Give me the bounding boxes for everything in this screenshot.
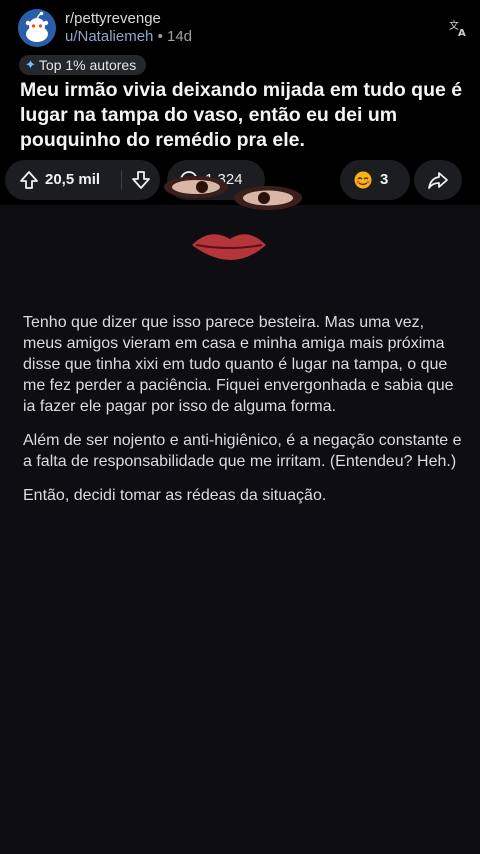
- award-emoji-icon: [353, 170, 373, 194]
- upvote-arrow-icon: [20, 171, 38, 189]
- upvote-button[interactable]: [19, 170, 39, 194]
- vote-control: 20,5 mil: [5, 160, 160, 200]
- post-body-area: Tenho que dizer que isso parece besteira…: [0, 205, 480, 854]
- flair-label: Top 1% autores: [38, 57, 137, 73]
- body-paragraph: Então, decidi tomar as rédeas da situaçã…: [23, 487, 327, 504]
- sparkle-icon: ✦: [25, 57, 36, 72]
- post-meta: r/pettyrevenge u/Nataliemeh • 14d: [65, 10, 192, 46]
- reddit-snoo-icon: [18, 9, 56, 47]
- body-paragraph: Além de ser nojento e anti-higiênico, é …: [23, 432, 462, 470]
- subreddit-avatar[interactable]: [18, 9, 56, 47]
- vote-divider: [121, 170, 122, 190]
- share-arrow-icon: [427, 170, 449, 194]
- post-title[interactable]: Meu irmão vivia deixando mijada em tudo …: [20, 78, 468, 153]
- subreddit-name[interactable]: r/pettyrevenge: [65, 10, 192, 28]
- translate-button[interactable]: 文 A: [446, 16, 470, 40]
- author-line: u/Nataliemeh • 14d: [65, 28, 192, 46]
- downvote-button[interactable]: [131, 170, 151, 194]
- award-count: 3: [380, 171, 389, 188]
- post-body: Tenho que dizer que isso parece besteira…: [23, 312, 463, 519]
- translate-icon: 文 A: [449, 19, 466, 38]
- share-button[interactable]: [414, 160, 462, 200]
- body-paragraph: Tenho que dizer que isso parece besteira…: [23, 314, 454, 415]
- face-sticker-overlay: [164, 176, 302, 260]
- downvote-arrow-icon: [132, 171, 150, 189]
- author-username[interactable]: u/Nataliemeh: [65, 28, 153, 45]
- author-flair: ✦ Top 1% autores: [19, 55, 147, 75]
- post-age: 14d: [167, 28, 193, 45]
- award-button[interactable]: 3: [340, 160, 410, 200]
- meta-separator: •: [157, 28, 163, 45]
- svg-text:A: A: [458, 28, 466, 38]
- vote-score: 20,5 mil: [45, 171, 101, 188]
